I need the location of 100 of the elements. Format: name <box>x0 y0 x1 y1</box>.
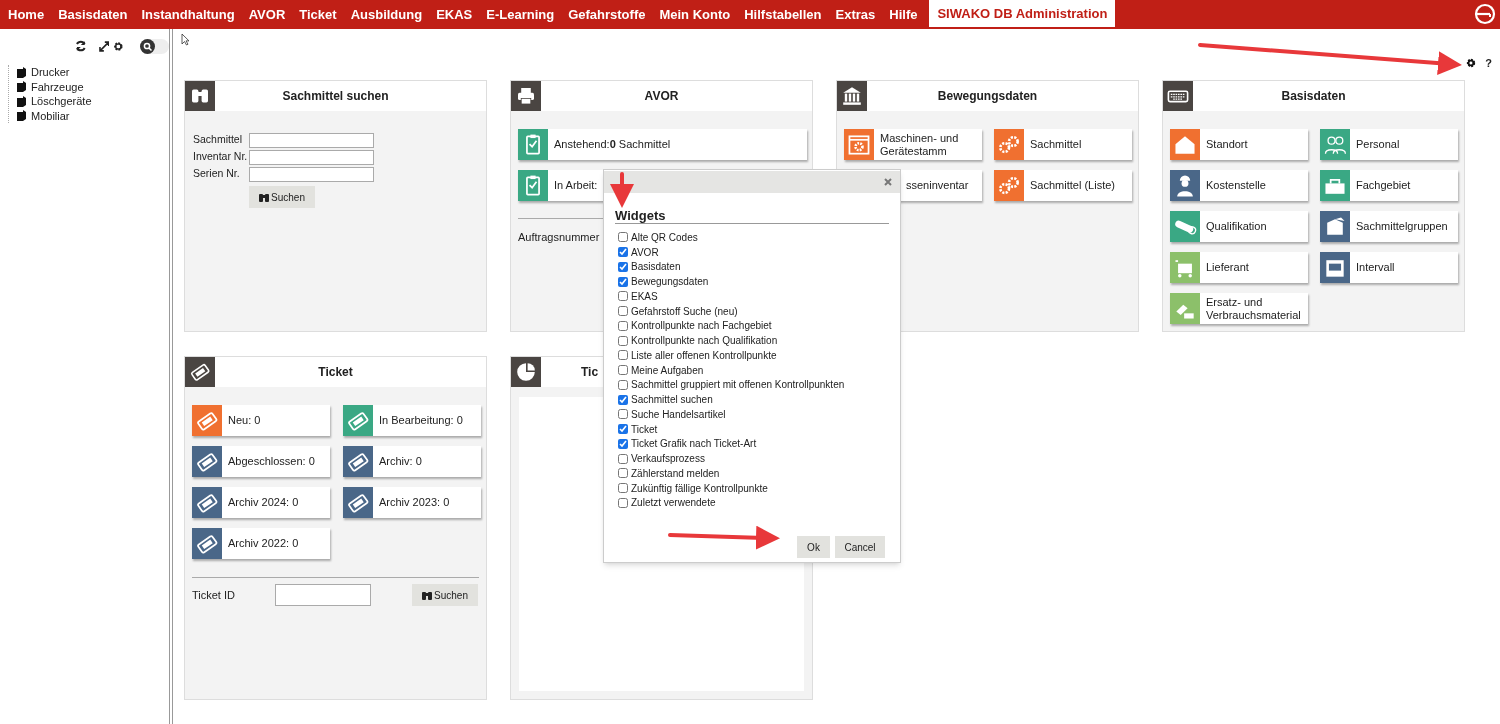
search-toggle[interactable] <box>139 38 169 54</box>
tile-button[interactable]: Personal <box>1320 129 1458 160</box>
widget-title: Bewegungsdaten <box>937 88 1038 105</box>
search-button[interactable]: Suchen <box>412 584 478 606</box>
tile-button[interactable]: Maschinen- und Gerätestamm <box>844 129 982 160</box>
checkbox-label: Sachmittel gruppiert mit offenen Kontrollpunkten <box>631 378 845 393</box>
settings-icon[interactable] <box>113 40 124 52</box>
settings-icon[interactable] <box>1466 58 1477 68</box>
tile-button[interactable]: Qualifikation <box>1170 211 1308 242</box>
nav-tab[interactable]: Mein Konto <box>655 0 735 29</box>
tile-button[interactable]: Sachmittel <box>994 129 1132 160</box>
checkbox-label: Kontrollpunkte nach Qualifikation <box>631 334 778 349</box>
checkbox[interactable] <box>618 379 628 390</box>
tile-button[interactable]: Archiv: 0 <box>343 446 481 477</box>
nav-tab[interactable]: Instandhaltung <box>137 0 239 29</box>
tile-button[interactable]: Abgeschlossen: 0 <box>192 446 330 477</box>
checkbox[interactable] <box>618 232 628 243</box>
widget-title: Ticket <box>318 364 353 381</box>
tile-button[interactable]: Neu: 0 <box>192 405 330 436</box>
ok-button[interactable]: Ok <box>797 536 830 559</box>
tile-button[interactable]: In Bearbeitung: 0 <box>343 405 481 436</box>
folder-icon <box>17 81 26 93</box>
checkbox-label: EKAS <box>631 289 658 304</box>
refresh-icon[interactable] <box>75 40 87 52</box>
checkbox-label: Kontrollpunkte nach Fachgebiet <box>631 319 772 334</box>
checkbox[interactable] <box>618 497 628 508</box>
checkbox-label: Meine Aufgaben <box>631 363 704 378</box>
tile-button[interactable]: Kostenstelle <box>1170 170 1308 201</box>
checkbox[interactable] <box>618 453 628 464</box>
checkbox[interactable] <box>618 261 628 272</box>
checkbox[interactable] <box>618 394 628 405</box>
folder-icon <box>17 66 26 78</box>
nav-tab[interactable]: Hilfstabellen <box>740 0 826 29</box>
expand-icon[interactable] <box>98 40 110 52</box>
nav-tab[interactable]: Hilfe <box>885 0 922 29</box>
tile-button[interactable]: Archiv 2023: 0 <box>343 487 481 518</box>
tile-button[interactable]: Sachmittelgruppen <box>1320 211 1458 242</box>
checkbox[interactable] <box>618 247 628 258</box>
checkbox-label: Bewegungsdaten <box>631 275 709 290</box>
tile-button[interactable]: Intervall <box>1320 252 1458 283</box>
tile-button[interactable]: Standort <box>1170 129 1308 160</box>
checkbox[interactable] <box>618 306 628 317</box>
nav-tab[interactable]: Ausbildung <box>346 0 427 29</box>
widget-title: Tic <box>581 364 599 381</box>
logout-icon[interactable] <box>1474 3 1496 25</box>
folder-icon <box>17 110 26 122</box>
nav-tab[interactable]: EKAS <box>432 0 477 29</box>
checkbox-label: Sachmittel suchen <box>631 393 713 408</box>
checkbox[interactable] <box>618 409 628 420</box>
tree-item[interactable]: Fahrzeuge <box>31 78 84 95</box>
checkbox-label: Suche Handelsartikel <box>631 407 726 422</box>
checkbox[interactable] <box>618 276 628 287</box>
checkbox[interactable] <box>618 350 628 361</box>
checkbox[interactable] <box>618 335 628 346</box>
close-icon[interactable] <box>884 178 892 186</box>
tree-item[interactable]: Drucker <box>31 64 70 81</box>
tile-button[interactable]: Ersatz- und Verbrauchsmaterial <box>1170 293 1308 324</box>
text-input[interactable] <box>249 166 374 182</box>
nav-tab[interactable]: SIWAKO DB Administration <box>929 0 1116 29</box>
widget-title: AVOR <box>644 88 679 105</box>
annotation-arrow <box>610 172 634 208</box>
tile-button[interactable]: Fachgebiet <box>1320 170 1458 201</box>
nav-tab[interactable]: E-Learning <box>482 0 559 29</box>
field-label: Sachmittel <box>193 132 244 148</box>
checkbox[interactable] <box>618 438 628 449</box>
checkbox[interactable] <box>618 291 628 302</box>
nav-tab[interactable]: Home <box>4 0 49 29</box>
tile-button[interactable]: Archiv 2022: 0 <box>192 528 330 559</box>
nav-tab[interactable]: Extras <box>831 0 880 29</box>
field-label: Serien Nr. <box>193 166 241 182</box>
help-link[interactable]: ? <box>1485 54 1492 72</box>
checkbox[interactable] <box>618 468 628 479</box>
tile-button[interactable]: Sachmittel (Liste) <box>994 170 1132 201</box>
dialog-title: Widgets <box>615 209 889 224</box>
binoculars-icon <box>259 192 270 202</box>
tile-button[interactable]: Lieferant <box>1170 252 1308 283</box>
field-label: Ticket ID <box>192 587 236 603</box>
tree-item[interactable]: Löschgeräte <box>31 93 92 110</box>
checkbox-label: Gefahrstoff Suche (neu) <box>631 304 738 319</box>
text-input[interactable] <box>249 132 374 148</box>
nav-tab[interactable]: Gefahrstoffe <box>564 0 650 29</box>
nav-tab[interactable]: Basisdaten <box>54 0 132 29</box>
text-input[interactable] <box>275 584 371 606</box>
checkbox[interactable] <box>618 365 628 376</box>
tile-button[interactable]: Anstehend:0 Sachmittel <box>518 129 807 160</box>
nav-tab[interactable]: AVOR <box>244 0 290 29</box>
search-button[interactable]: Suchen <box>249 186 315 208</box>
checkbox[interactable] <box>618 483 628 494</box>
checkbox-label: Zählerstand melden <box>631 466 720 481</box>
checkbox-label: AVOR <box>631 245 659 260</box>
tile-button[interactable]: Archiv 2024: 0 <box>192 487 330 518</box>
checkbox[interactable] <box>618 424 628 435</box>
text-input[interactable] <box>249 149 374 165</box>
cancel-button[interactable]: Cancel <box>835 536 885 559</box>
checkbox[interactable] <box>618 320 628 331</box>
widget-title: Basisdaten <box>1281 88 1346 105</box>
nav-tab[interactable]: Ticket <box>295 0 341 29</box>
tree-item[interactable]: Mobiliar <box>31 107 70 124</box>
cursor-icon <box>181 33 190 46</box>
checkbox-label: Ticket Grafik nach Ticket-Art <box>631 437 757 452</box>
